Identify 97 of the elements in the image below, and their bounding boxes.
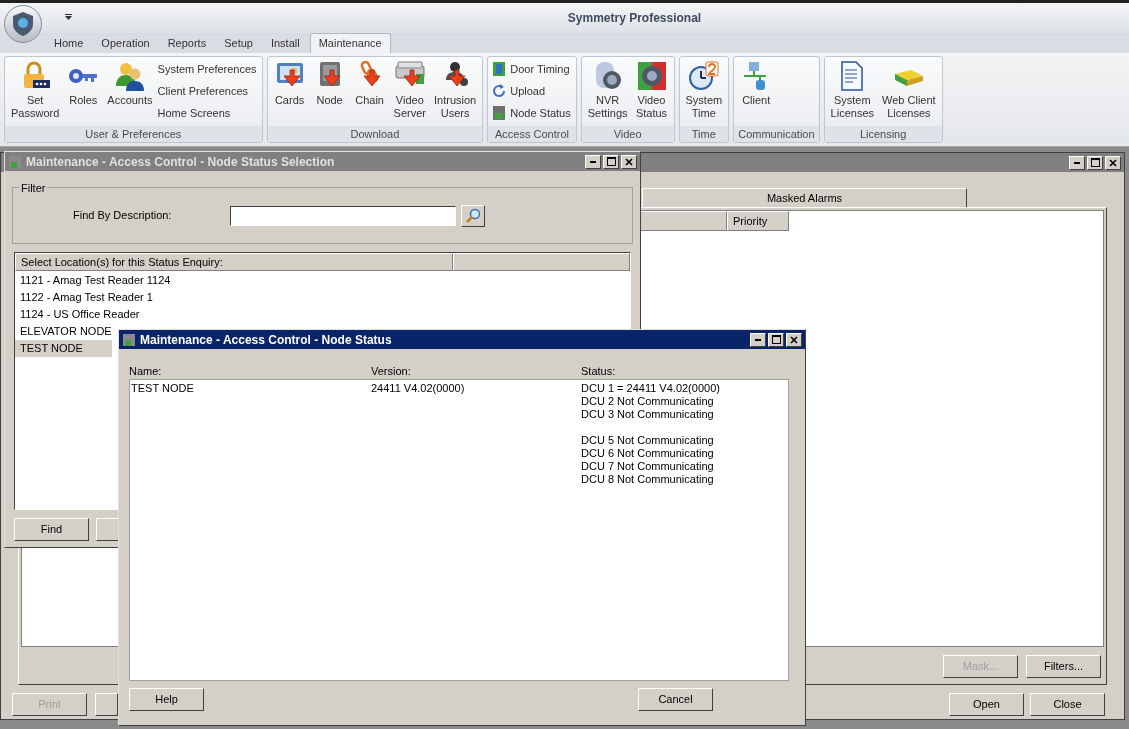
dialog-button[interactable]: Cancel	[638, 688, 713, 711]
window-title: Maintenance - Access Control - Node Status	[140, 331, 392, 349]
group-label: Time	[679, 126, 729, 142]
dialog-button[interactable]	[96, 518, 119, 541]
close-icon	[790, 335, 798, 344]
field-label: Find By Description:	[72, 208, 173, 224]
status-line: DCU 5 Not Communicating	[581, 434, 715, 447]
list-item[interactable]: ELEVATOR NODE	[15, 323, 116, 340]
ribbon-button[interactable]: Accounts	[104, 60, 156, 107]
ribbon-button[interactable]: Client	[737, 60, 776, 107]
close-button[interactable]	[1105, 155, 1121, 170]
ribbon-tab[interactable]: Install	[262, 33, 308, 53]
maximize-icon	[1090, 158, 1100, 167]
column-header[interactable]: Select Location(s) for this Status Enquiry:	[15, 253, 453, 271]
ribbon-button[interactable]: Upload	[491, 82, 573, 100]
ribbon-button[interactable]: Roles	[64, 60, 103, 107]
ribbon-button[interactable]: Web Client Licenses	[879, 60, 939, 120]
group-label: Licensing	[824, 126, 942, 142]
search-icon	[465, 207, 481, 224]
ribbon-tab[interactable]: Setup	[216, 33, 261, 53]
status-line: DCU 1 = 24411 V4.02(0000)	[581, 382, 720, 395]
shield-icon	[11, 11, 35, 37]
dialog-button[interactable]: Open	[949, 693, 1024, 716]
list-item[interactable]: 1121 - Amag Test Reader 1124	[15, 272, 175, 289]
maximize-button[interactable]	[1087, 155, 1103, 170]
search-button[interactable]	[461, 204, 485, 227]
close-button[interactable]	[786, 332, 802, 347]
dialog-button[interactable]: Close	[1030, 693, 1105, 716]
app-title: Symmetry Professional	[567, 10, 702, 27]
ribbon-button[interactable]: Door Timing	[491, 60, 573, 78]
status-line: DCU 2 Not Communicating	[581, 395, 715, 408]
camera-icon	[635, 60, 668, 92]
column-header[interactable]	[453, 253, 630, 271]
group-label: Download	[267, 126, 483, 142]
minimize-icon	[1074, 161, 1080, 164]
dialog-button[interactable]	[95, 693, 118, 716]
list-item[interactable]: 1124 - US Office Reader	[15, 306, 144, 323]
ribbon-button[interactable]: Client Preferences	[157, 82, 259, 100]
maximize-button[interactable]	[768, 332, 784, 347]
column-label: Version:	[371, 364, 412, 379]
maximize-icon	[606, 157, 616, 166]
users-icon	[113, 60, 146, 92]
ribbon-button[interactable]: System Licenses	[827, 60, 878, 120]
panel-tab[interactable]: Masked Alarms	[642, 188, 967, 207]
node-version: 24411 V4.02(0000)	[371, 382, 466, 395]
refresh-icon	[491, 83, 508, 99]
dialog-button[interactable]: Filters...	[1026, 655, 1101, 678]
ribbon-button[interactable]: Node Status	[491, 104, 573, 122]
window-title: Maintenance - Access Control - Node Status Selection	[26, 153, 335, 171]
ribbon-button[interactable]: Cards	[270, 60, 309, 107]
ribbon-button[interactable]: Home Screens	[157, 104, 259, 122]
status-line: DCU 7 Not Communicating	[581, 460, 715, 473]
dialog-button[interactable]: Find	[14, 518, 89, 541]
ribbon-button[interactable]: Node	[310, 60, 349, 107]
list-item[interactable]: TEST NODE	[15, 340, 112, 357]
close-icon	[1109, 158, 1117, 167]
column-label: Name:	[129, 364, 163, 379]
status-line: DCU 6 Not Communicating	[581, 447, 715, 460]
column-label: Status:	[581, 364, 616, 379]
ribbon-tab[interactable]: Home	[46, 33, 92, 53]
minimize-icon	[590, 160, 596, 163]
group-label: Video	[581, 126, 674, 142]
group-label: Communication	[734, 126, 819, 142]
close-icon	[625, 157, 633, 166]
box-icon	[491, 105, 508, 121]
group-label: Access Control	[488, 126, 576, 142]
ribbon-button[interactable]: Intrusion Users	[431, 60, 480, 120]
ribbon-button[interactable]: Chain	[350, 60, 389, 107]
door-icon	[491, 61, 508, 77]
ribbon-button[interactable]: NVR Settings	[584, 60, 631, 120]
ribbon-button[interactable]: Set Password	[8, 60, 63, 120]
list-item[interactable]: 1122 - Amag Test Reader 1	[15, 289, 157, 306]
ribbon-tab[interactable]: Maintenance	[309, 33, 391, 53]
minimize-button[interactable]	[1069, 155, 1085, 170]
ribbon-button[interactable]: Video Server	[390, 60, 429, 120]
minimize-icon	[755, 338, 761, 341]
status-line: DCU 8 Not Communicating	[581, 473, 715, 486]
minimize-button[interactable]	[750, 332, 766, 347]
group-label: User & Preferences	[5, 126, 262, 142]
ribbon-button[interactable]: System Time	[682, 60, 726, 120]
column-header[interactable]: Priority	[727, 211, 789, 231]
ribbon-button[interactable]: Video Status	[632, 60, 671, 120]
ribbon-tab[interactable]: Reports	[159, 33, 215, 53]
search-field[interactable]	[230, 205, 456, 226]
maximize-icon	[771, 335, 781, 344]
clock-icon	[687, 60, 720, 92]
caret-icon[interactable]	[65, 14, 72, 20]
node-name: TEST NODE	[131, 382, 195, 395]
minimize-button[interactable]	[585, 154, 601, 169]
close-button[interactable]	[621, 154, 637, 169]
ribbon-button[interactable]: System Preferences	[157, 60, 259, 78]
status-line: DCU 3 Not Communicating	[581, 408, 715, 421]
maximize-button[interactable]	[603, 154, 619, 169]
app-menu-button[interactable]	[4, 5, 42, 43]
ribbon-tab[interactable]: Operation	[93, 33, 158, 53]
node-icon	[122, 332, 136, 347]
dialog-button[interactable]: Help	[129, 688, 204, 711]
